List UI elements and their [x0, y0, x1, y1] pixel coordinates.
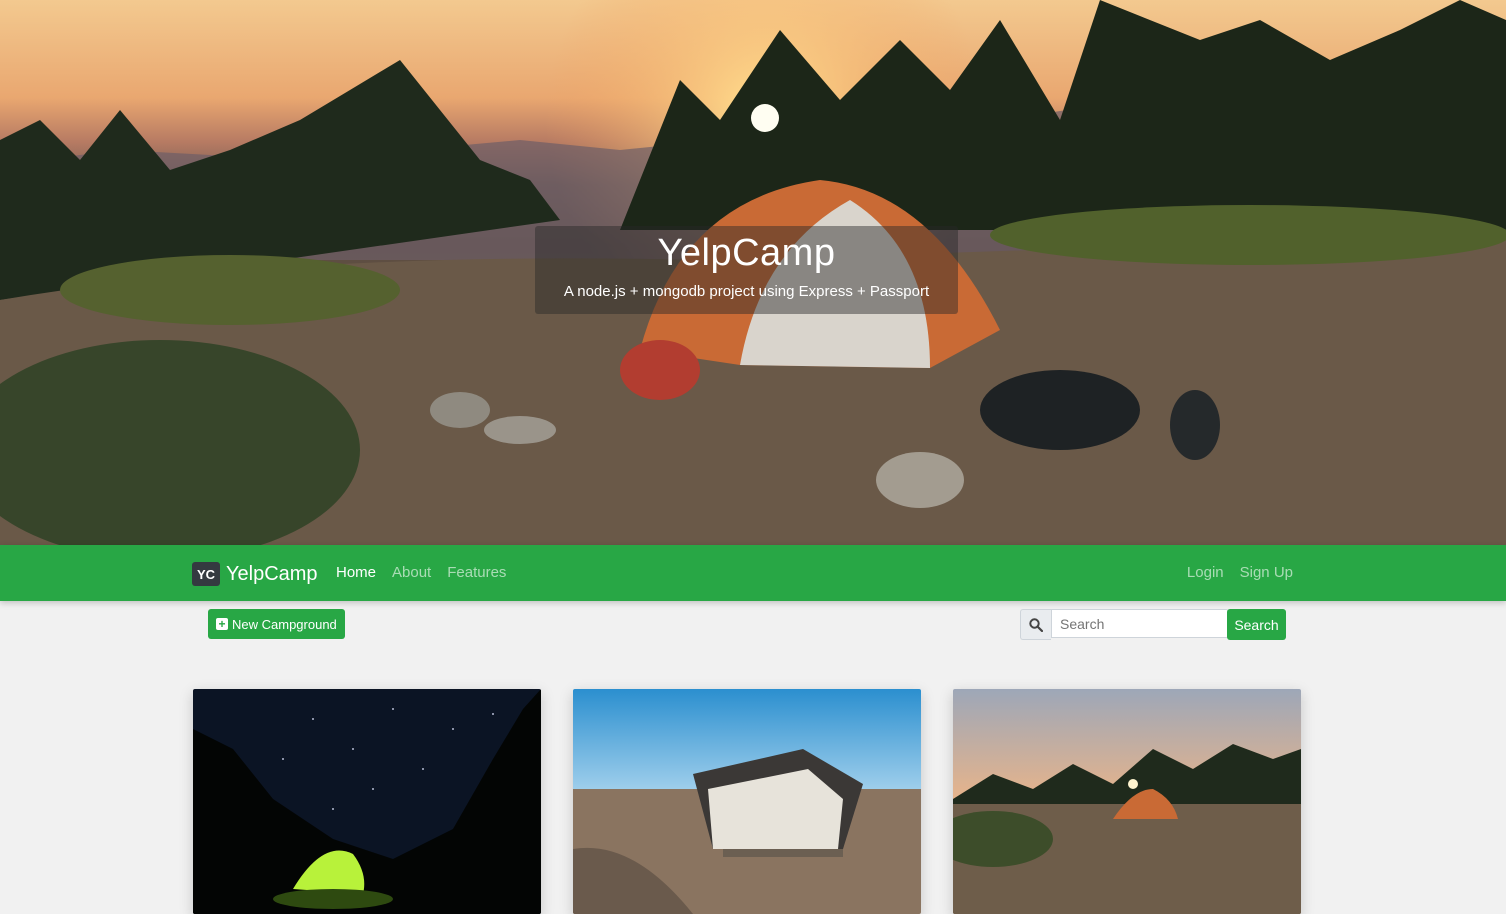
brand[interactable]: YC YelpCamp: [192, 562, 318, 586]
hero-banner: YelpCamp A node.js + mongodb project usi…: [0, 0, 1506, 545]
new-campground-button[interactable]: + New Campground: [208, 609, 345, 639]
search-group: [1020, 609, 1229, 640]
campground-card[interactable]: [953, 689, 1301, 914]
campground-card[interactable]: [193, 689, 541, 914]
nav-login[interactable]: Login: [1187, 564, 1224, 581]
campground-card[interactable]: [573, 689, 921, 914]
nav-signup[interactable]: Sign Up: [1240, 564, 1293, 581]
nav-auth-links: Login Sign Up: [1187, 564, 1293, 581]
campground-image: [573, 689, 921, 914]
nav-home[interactable]: Home: [336, 564, 376, 581]
brand-logo-icon: YC: [192, 562, 220, 586]
new-campground-label: New Campground: [232, 616, 337, 632]
navbar: YC YelpCamp Home About Features Login Si…: [0, 545, 1506, 601]
nav-features[interactable]: Features: [447, 564, 506, 581]
hero-title: YelpCamp: [657, 232, 836, 274]
brand-name: YelpCamp: [226, 562, 318, 585]
search-icon: [1020, 609, 1051, 640]
nav-links: Home About Features: [336, 564, 506, 581]
nav-about[interactable]: About: [392, 564, 431, 581]
campground-image: [953, 689, 1301, 914]
plus-square-icon: +: [216, 618, 228, 630]
hero-subtitle: A node.js + mongodb project using Expres…: [563, 283, 930, 300]
search-button[interactable]: Search: [1227, 609, 1286, 640]
campground-image: [193, 689, 541, 914]
hero-caption: YelpCamp A node.js + mongodb project usi…: [535, 226, 958, 314]
search-input[interactable]: [1051, 609, 1229, 638]
